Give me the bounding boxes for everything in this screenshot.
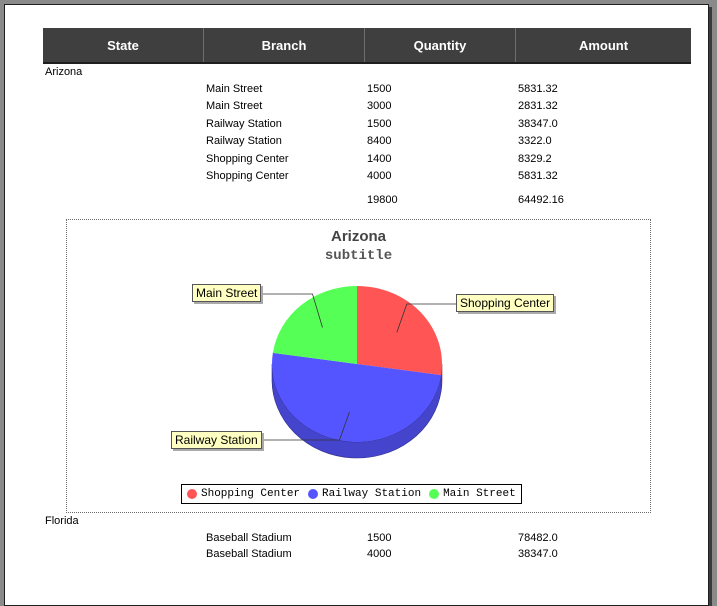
legend-swatch: [308, 489, 319, 499]
total-amount: 64492.16: [518, 194, 564, 206]
pie-slice: [357, 286, 442, 376]
total-quantity: 19800: [367, 194, 398, 206]
legend-swatch: [429, 489, 440, 499]
group-state-label: Arizona: [45, 66, 83, 78]
table-header: State Branch Quantity Amount: [43, 28, 691, 64]
legend-label: Main Street: [443, 488, 516, 500]
chart-legend: Shopping Center Railway Station Main Str…: [181, 484, 522, 504]
pie-chart: [261, 286, 456, 459]
cell-branch: Baseball Stadium: [206, 532, 292, 544]
report-page: State Branch Quantity Amount Arizona Mai…: [4, 4, 709, 606]
cell-branch: Railway Station: [206, 135, 282, 147]
cell-branch: Main Street: [206, 100, 263, 112]
cell-quantity: 1500: [367, 83, 392, 95]
pie-slice: [272, 286, 357, 364]
cell-quantity: 8400: [367, 135, 392, 147]
cell-quantity: 1500: [367, 532, 392, 544]
cell-quantity: 3000: [367, 100, 392, 112]
header-amount: Amount: [578, 37, 629, 53]
cell-quantity: 1500: [367, 118, 392, 130]
cell-branch: Shopping Center: [206, 170, 289, 182]
pie-chart-panel: Arizona subtitle Shopping Center Main St…: [66, 219, 651, 513]
header-branch: Branch: [204, 28, 365, 62]
cell-branch: Shopping Center: [206, 153, 289, 165]
cell-quantity: 4000: [367, 548, 392, 560]
cell-amount: 5831.32: [518, 170, 558, 182]
legend-item: Main Street: [429, 488, 516, 500]
header-quantity: Quantity: [365, 28, 516, 62]
cell-quantity: 4000: [367, 170, 392, 182]
cell-amount: 38347.0: [518, 548, 558, 560]
cell-amount: 78482.0: [518, 532, 558, 544]
cell-amount: 8329.2: [518, 153, 552, 165]
slice-label-railway-station: Railway Station: [171, 431, 262, 449]
header-state: State: [43, 28, 204, 62]
cell-quantity: 1400: [367, 153, 392, 165]
legend-item: Shopping Center: [187, 488, 300, 500]
legend-swatch: [187, 489, 197, 499]
slice-label-main-street: Main Street: [192, 284, 262, 302]
cell-amount: 5831.32: [518, 83, 558, 95]
group-state-label: Florida: [45, 515, 79, 527]
cell-amount: 38347.0: [518, 118, 558, 130]
legend-item: Railway Station: [308, 488, 421, 500]
legend-label: Shopping Center: [201, 488, 301, 500]
cell-branch: Main Street: [206, 83, 263, 95]
legend-label: Railway Station: [322, 488, 422, 500]
cell-amount: 2831.32: [518, 100, 558, 112]
cell-branch: Railway Station: [206, 118, 282, 130]
cell-branch: Baseball Stadium: [206, 548, 292, 560]
cell-amount: 3322.0: [518, 135, 552, 147]
slice-label-shopping-center: Shopping Center: [456, 294, 555, 312]
